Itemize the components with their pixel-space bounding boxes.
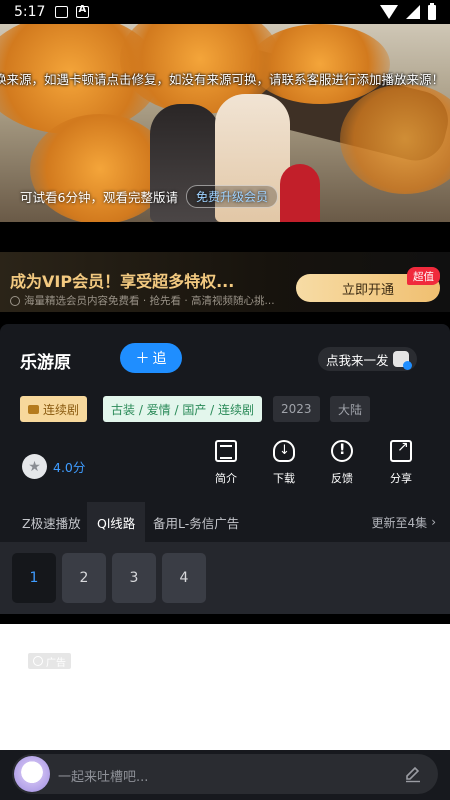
- upgrade-member-button[interactable]: 免费升级会员: [185, 185, 278, 208]
- random-label: 点我来一发: [326, 352, 389, 368]
- download-icon: [273, 440, 295, 462]
- ad-badge-label: 广告: [46, 657, 66, 669]
- follow-button[interactable]: ＋ 追: [120, 343, 182, 373]
- share-icon: [390, 439, 412, 462]
- update-info-text: 更新至4集: [371, 515, 428, 530]
- player-bottom-gap: [0, 222, 450, 252]
- avatar[interactable]: [14, 756, 50, 792]
- video-frame-figure: [280, 164, 320, 222]
- scrolling-notice: 换来源，如遇卡顿请点击修复，如没有来源可换，请联系客服进行添加播放来源！: [0, 72, 445, 87]
- plus-icon: ＋: [135, 351, 150, 367]
- feedback-icon: [331, 440, 353, 462]
- random-pick-button[interactable]: 点我来一发: [318, 347, 417, 371]
- download-button[interactable]: 下载: [264, 440, 304, 486]
- ad-area[interactable]: [0, 624, 450, 750]
- type-tag-label: 连续剧: [43, 402, 80, 417]
- vip-title: 成为VIP会员！享受超多特权...: [10, 272, 235, 291]
- signal-icon: [406, 5, 420, 19]
- dice-icon: [392, 351, 412, 370]
- genre-tag[interactable]: 古装 / 爱情 / 国产 / 连续剧: [103, 396, 263, 422]
- download-label: 下载: [273, 472, 295, 485]
- status-time: 5:17: [14, 4, 46, 20]
- episode-list: 1 2 3 4: [0, 542, 450, 614]
- feedback-label: 反馈: [331, 472, 353, 485]
- source-tab-active[interactable]: Ql线路: [87, 502, 146, 542]
- comment-placeholder: 一起来吐槽吧...: [58, 770, 149, 785]
- vip-subtitle-text: 海量精选会员内容免费看 · 抢先看 · 高清视频随心挑...: [24, 295, 275, 307]
- star-icon: ★: [22, 454, 47, 479]
- episode-item[interactable]: 4: [162, 553, 206, 603]
- status-bar: 5:17: [0, 0, 450, 24]
- trial-notice: 可试看6分钟，观看完整版请 免费升级会员: [20, 185, 278, 208]
- edit-pen-icon[interactable]: [404, 765, 422, 783]
- share-button[interactable]: 分享: [381, 439, 421, 486]
- wifi-icon: [380, 5, 398, 19]
- episode-item[interactable]: 1: [12, 553, 56, 603]
- year-tag[interactable]: 2023: [273, 396, 320, 422]
- intro-label: 简介: [215, 472, 237, 485]
- episode-item[interactable]: 3: [112, 553, 156, 603]
- chevron-right-icon: ›: [431, 515, 436, 529]
- rating[interactable]: ★ 4.0分: [22, 454, 85, 479]
- region-tag[interactable]: 大陆: [330, 396, 371, 422]
- episode-item[interactable]: 2: [62, 553, 106, 603]
- ad-logo-icon: [33, 656, 43, 666]
- app-notification-icon: [76, 4, 90, 18]
- source-tab[interactable]: 备用L-务信广告: [143, 502, 249, 542]
- share-label: 分享: [390, 472, 412, 485]
- tv-icon: [28, 404, 39, 414]
- source-tab[interactable]: Z极速播放: [12, 502, 91, 542]
- ad-badge: 广告: [28, 653, 71, 669]
- rating-value: 4.0分: [53, 460, 86, 475]
- clock-icon: [10, 295, 20, 306]
- video-player[interactable]: 换来源，如遇卡顿请点击修复，如没有来源可换，请联系客服进行添加播放来源！ 可试看…: [0, 24, 450, 222]
- intro-icon: [215, 440, 237, 462]
- trial-text: 可试看6分钟，观看完整版请: [20, 190, 178, 205]
- vip-subtitle: 海量精选会员内容免费看 · 抢先看 · 高清视频随心挑...: [10, 293, 275, 308]
- battery-icon: [428, 2, 436, 20]
- source-tabs: Z极速播放 Ql线路 备用L-务信广告 更新至4集 ›: [0, 502, 450, 542]
- vip-value-badge: 超值: [407, 267, 440, 285]
- type-tag[interactable]: 连续剧: [20, 396, 88, 422]
- intro-button[interactable]: 简介: [206, 440, 246, 486]
- follow-label: 追: [152, 351, 167, 367]
- show-title: 乐游原: [20, 353, 71, 373]
- image-notification-icon: [55, 6, 69, 18]
- update-info[interactable]: 更新至4集 ›: [372, 502, 436, 542]
- feedback-button[interactable]: 反馈: [322, 440, 362, 486]
